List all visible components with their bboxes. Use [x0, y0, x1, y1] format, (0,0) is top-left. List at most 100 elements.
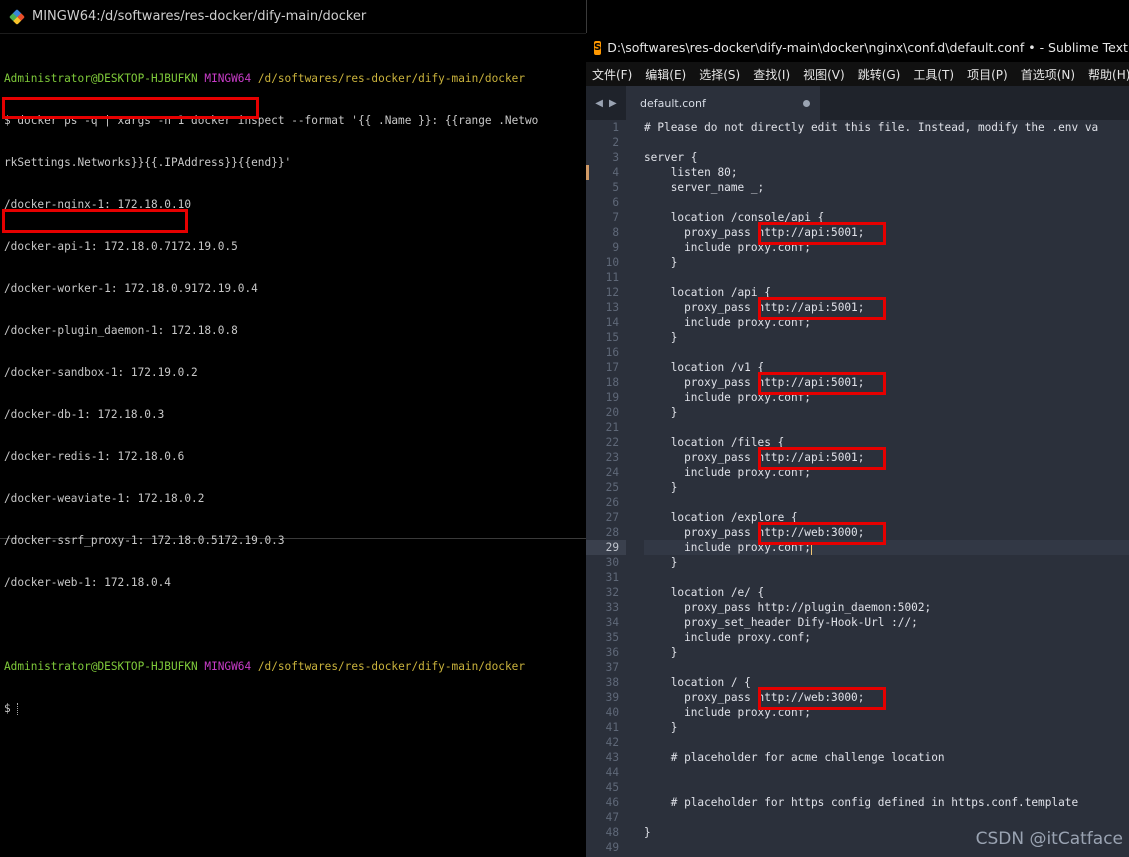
line-number-gutter: 1 2 3 4 5 6 7 8 9 10 11 12 13 14 15 16 17 18 19 20 21 22 23 24 2… — [586, 120, 626, 855]
line-number: 33 — [605, 601, 619, 614]
unsaved-dot-icon[interactable] — [803, 99, 810, 107]
watermark: CSDN @itCatface — [975, 829, 1123, 849]
output-line: /docker-plugin_daemon-1: 172.18.0.8 — [4, 324, 238, 337]
line-number: 43 — [605, 751, 619, 764]
output-line: /docker-worker-1: 172.18.0.9172.19.0.4 — [4, 282, 258, 295]
menu-tools[interactable]: 工具(T) — [913, 66, 954, 83]
code-line: server_name _; — [644, 181, 765, 194]
code-line: proxy_pass http://api:5001; — [644, 376, 865, 389]
menu-help[interactable]: 帮助(H) — [1088, 66, 1129, 83]
line-number: 26 — [605, 496, 619, 509]
menu-edit[interactable]: 编辑(E) — [645, 66, 686, 83]
tab-default-conf[interactable]: default.conf — [626, 86, 820, 120]
code-line: include proxy.conf; — [644, 316, 811, 329]
line-number: 39 — [605, 691, 619, 704]
tab-bar: ◀ ▶ default.conf — [586, 86, 1129, 120]
line-number: 34 — [605, 616, 619, 629]
menu-preferences[interactable]: 首选项(N) — [1021, 66, 1075, 83]
code-line: location /api { — [644, 286, 771, 299]
menu-selection[interactable]: 选择(S) — [699, 66, 740, 83]
code-line: # Please do not directly edit this file.… — [644, 121, 1099, 134]
code-line: } — [644, 646, 678, 659]
tab-nav: ◀ ▶ — [586, 86, 626, 120]
code-line: proxy_pass http://web:3000; — [644, 526, 865, 539]
sublime-titlebar[interactable]: S D:\softwares\res-docker\dify-main\dock… — [586, 33, 1129, 62]
terminal-window[interactable]: MINGW64:/d/softwares/res-docker/dify-mai… — [0, 0, 587, 715]
terminal-title: MINGW64:/d/softwares/res-docker/dify-mai… — [32, 9, 367, 24]
line-number: 17 — [605, 361, 619, 374]
line-number: 40 — [605, 706, 619, 719]
line-number: 5 — [612, 181, 619, 194]
line-number: 27 — [605, 511, 619, 524]
highlight-proxy-api-files — [758, 447, 886, 470]
menu-goto[interactable]: 跳转(G) — [858, 66, 901, 83]
menu-find[interactable]: 查找(I) — [753, 66, 790, 83]
highlight-proxy-api-console — [758, 222, 886, 245]
code-line: include proxy.conf; — [644, 631, 811, 644]
line-number: 6 — [612, 196, 619, 209]
line-number: 32 — [605, 586, 619, 599]
line-number: 21 — [605, 421, 619, 434]
modified-line-marker — [586, 165, 589, 180]
code-line: # placeholder for https config defined i… — [644, 796, 1079, 809]
line-number: 48 — [605, 826, 619, 839]
line-number: 8 — [612, 226, 619, 239]
code-line: } — [644, 256, 678, 269]
code-line: listen 80; — [644, 166, 738, 179]
line-number: 16 — [605, 346, 619, 359]
code-line: location /v1 { — [644, 361, 765, 374]
code-line: include proxy.conf; — [644, 540, 1129, 555]
code-line: } — [644, 556, 678, 569]
line-number: 11 — [605, 271, 619, 284]
line-number: 14 — [605, 316, 619, 329]
sublime-title: D:\softwares\res-docker\dify-main\docker… — [607, 40, 1129, 55]
line-number: 18 — [605, 376, 619, 389]
line-number: 29 — [586, 540, 626, 555]
tab-next-icon[interactable]: ▶ — [609, 98, 617, 109]
code-line: proxy_pass http://web:3000; — [644, 691, 865, 704]
terminal-titlebar[interactable]: MINGW64:/d/softwares/res-docker/dify-mai… — [0, 0, 586, 34]
line-number: 42 — [605, 736, 619, 749]
output-line: /docker-db-1: 172.18.0.3 — [4, 408, 165, 421]
code-line: proxy_pass http://plugin_daemon:5002; — [644, 601, 932, 614]
line-number: 15 — [605, 331, 619, 344]
highlight-proxy-api-v1 — [758, 372, 886, 395]
terminal-cursor — [17, 703, 24, 715]
terminal-output[interactable]: Administrator@DESKTOP-HJBUFKN MINGW64 /d… — [4, 44, 582, 744]
code-line: location /explore { — [644, 511, 798, 524]
output-line: /docker-sandbox-1: 172.19.0.2 — [4, 366, 198, 379]
output-line: /docker-weaviate-1: 172.18.0.2 — [4, 492, 205, 505]
menu-project[interactable]: 项目(P) — [967, 66, 1008, 83]
tab-label: default.conf — [640, 96, 706, 110]
tab-prev-icon[interactable]: ◀ — [595, 98, 603, 109]
input-line[interactable]: $ — [4, 702, 582, 716]
output-line: /docker-web-1: 172.18.0.4 — [4, 576, 171, 589]
code-line: } — [644, 331, 678, 344]
menu-view[interactable]: 视图(V) — [803, 66, 845, 83]
line-number: 24 — [605, 466, 619, 479]
menu-file[interactable]: 文件(F) — [592, 66, 632, 83]
line-number: 22 — [605, 436, 619, 449]
code-text[interactable]: # Please do not directly edit this file.… — [644, 120, 1129, 855]
line-number: 4 — [612, 166, 619, 179]
line-number: 30 — [605, 556, 619, 569]
highlight-web-ip — [2, 209, 188, 233]
line-number: 7 — [612, 211, 619, 224]
code-line: proxy_pass http://api:5001; — [644, 301, 865, 314]
output-line: /docker-ssrf_proxy-1: 172.18.0.5172.19.0… — [4, 534, 285, 547]
code-line: # placeholder for acme challenge locatio… — [644, 751, 945, 764]
code-line: server { — [644, 151, 698, 164]
code-line: } — [644, 481, 678, 494]
code-line: proxy_pass http://api:5001; — [644, 226, 865, 239]
sublime-window[interactable]: S D:\softwares\res-docker\dify-main\dock… — [586, 33, 1129, 857]
code-editor[interactable]: 1 2 3 4 5 6 7 8 9 10 11 12 13 14 15 16 17 18 19 20 21 22 23 24 2… — [586, 120, 1129, 857]
